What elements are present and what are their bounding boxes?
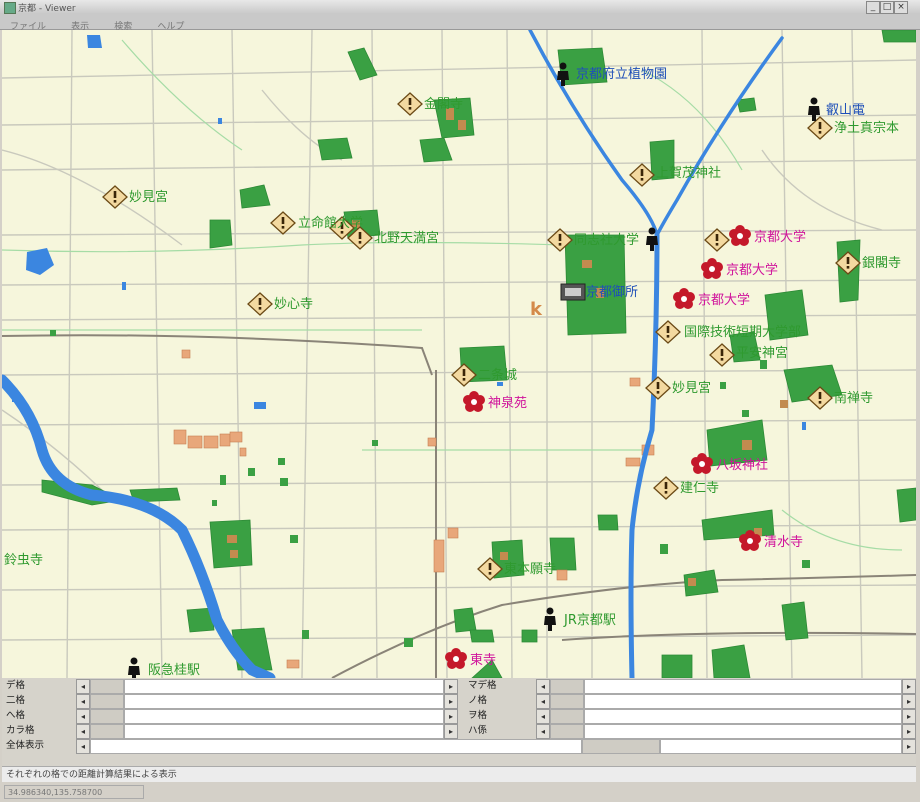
slider-left-arrow-icon[interactable]: ◂	[76, 709, 90, 724]
coordinate-readout: 34.986340,135.758700	[4, 785, 144, 799]
label-kamigamo: 上賀茂神社	[656, 165, 721, 181]
slider-right-arrow-icon[interactable]: ▸	[902, 739, 916, 754]
label-nijo: 二条城	[478, 367, 517, 383]
slider-track[interactable]	[90, 739, 582, 754]
label-myoshinji: 妙心寺	[274, 297, 313, 312]
label-kitano: 北野天満宮	[374, 230, 439, 246]
label-myokenguu2: 妙見宮	[672, 380, 711, 396]
svg-text:k: k	[530, 299, 543, 320]
menu-bar: ファイル 表示 検索 ヘルプ	[0, 14, 920, 32]
label-heian: 平安神宮	[736, 345, 788, 361]
label-nanzenji: 南禅寺	[834, 390, 873, 406]
title-bar: 京都 - Viewer _ □ ×	[0, 0, 920, 15]
slider-right-arrow-icon[interactable]: ▸	[444, 694, 458, 709]
slider-label-ni: 二格	[6, 695, 26, 706]
map-canvas[interactable]: k 金閣寺 妙見宮 立命館大学 北野天満宮 上賀茂神社 同志社大学 妙心寺 平安…	[2, 30, 916, 678]
slider-label-no: ノ格	[468, 695, 488, 706]
slider-left-arrow-icon[interactable]: ◂	[536, 694, 550, 709]
slider-left-arrow-icon[interactable]: ◂	[76, 694, 90, 709]
slider-left-arrow-icon[interactable]: ◂	[536, 679, 550, 694]
slider-row-kara: カラ格 ◂ ▸	[2, 723, 458, 739]
app-icon	[4, 2, 16, 14]
slider-label-wa: ハ係	[468, 725, 488, 736]
slider-right-arrow-icon[interactable]: ▸	[902, 694, 916, 709]
label-kyotostation: JR京都駅	[563, 613, 616, 628]
slider-row-wa: ハ係 ◂ ▸	[464, 723, 916, 739]
slider-track[interactable]	[584, 694, 902, 709]
slider-label-kara: カラ格	[6, 725, 35, 736]
slider-right-arrow-icon[interactable]: ▸	[444, 679, 458, 694]
slider-right-arrow-icon[interactable]: ▸	[444, 709, 458, 724]
slider-thumb[interactable]	[550, 679, 584, 694]
slider-thumb[interactable]	[90, 679, 124, 694]
slider-thumb[interactable]	[90, 724, 124, 739]
slider-thumb[interactable]	[550, 694, 584, 709]
label-doshisha: 同志社大学	[574, 232, 639, 248]
slider-left-arrow-icon[interactable]: ◂	[76, 724, 90, 739]
status-bar: 34.986340,135.758700	[2, 784, 916, 800]
slider-row-de: デ格 ◂ ▸	[2, 678, 458, 694]
slider-track[interactable]	[584, 679, 902, 694]
slider-row-zentai: 全体表示 ◂ ▸	[2, 738, 916, 754]
slider-track[interactable]	[124, 679, 444, 694]
slider-track[interactable]	[584, 709, 902, 724]
label-shinsenen: 神泉苑	[488, 395, 527, 411]
slider-row-no: ノ格 ◂ ▸	[464, 693, 916, 709]
slider-label-de: デ格	[6, 680, 26, 691]
label-gosho: 京都御所	[586, 285, 638, 300]
slider-label-zentai: 全体表示	[6, 740, 45, 751]
label-kiyomizu: 清水寺	[764, 535, 803, 550]
slider-row-ni: 二格 ◂ ▸	[2, 693, 458, 709]
slider-label-he: へ格	[6, 710, 26, 721]
label-higashihonganji: 東本願寺	[504, 561, 556, 577]
slider-thumb[interactable]	[550, 709, 584, 724]
label-jodoshin: 浄土真宗本	[834, 120, 899, 136]
slider-thumb[interactable]	[90, 694, 124, 709]
slider-row-wo: ヲ格 ◂ ▸	[464, 708, 916, 724]
slider-track[interactable]	[124, 709, 444, 724]
slider-left-arrow-icon[interactable]: ◂	[76, 739, 90, 754]
slider-left-arrow-icon[interactable]: ◂	[536, 709, 550, 724]
maximize-icon[interactable]: □	[880, 1, 894, 14]
status-message: それぞれの格での距離計算結果による表示	[2, 766, 916, 782]
label-hankyu: 阪急桂駅	[148, 663, 200, 678]
slider-right-arrow-icon[interactable]: ▸	[902, 679, 916, 694]
slider-right-arrow-icon[interactable]: ▸	[902, 709, 916, 724]
label-kokusai: 国際技術短期大学部	[684, 324, 801, 340]
slider-thumb[interactable]	[90, 709, 124, 724]
slider-right-arrow-icon[interactable]: ▸	[902, 724, 916, 739]
weight-slider-panel: デ格 ◂ ▸ 二格 ◂ ▸ へ格 ◂ ▸ カラ格 ◂ ▸ 全体表示 ◂ ▸ マデ…	[2, 678, 916, 766]
slider-thumb[interactable]	[582, 739, 660, 754]
slider-label-wo: ヲ格	[468, 710, 488, 721]
label-eizan: 叡山電	[826, 103, 865, 118]
slider-track[interactable]	[124, 724, 444, 739]
label-kyodai2: 京都大学	[726, 262, 778, 278]
minimize-icon[interactable]: _	[866, 1, 880, 14]
slider-right-arrow-icon[interactable]: ▸	[444, 724, 458, 739]
label-botanical: 京都府立植物園	[576, 67, 667, 82]
label-suzumushi: 鈴虫寺	[4, 553, 43, 568]
slider-thumb[interactable]	[550, 724, 584, 739]
label-kinkakuji: 金閣寺	[424, 96, 463, 112]
label-ritsumeikan: 立命館大学	[298, 215, 363, 231]
label-toji: 東寺	[470, 652, 496, 668]
label-myokenguu1: 妙見宮	[129, 189, 168, 205]
slider-left-arrow-icon[interactable]: ◂	[536, 724, 550, 739]
label-kyodai3: 京都大学	[698, 292, 750, 308]
slider-label-made: マデ格	[468, 680, 497, 691]
slider-left-arrow-icon[interactable]: ◂	[76, 679, 90, 694]
close-icon[interactable]: ×	[894, 1, 908, 14]
slider-row-made: マデ格 ◂ ▸	[464, 678, 916, 694]
label-yasaka: 八坂神社	[716, 457, 768, 473]
slider-track[interactable]	[584, 724, 902, 739]
slider-row-he: へ格 ◂ ▸	[2, 708, 458, 724]
window-title: 京都 - Viewer	[18, 4, 76, 14]
slider-track[interactable]	[124, 694, 444, 709]
label-kenninji: 建仁寺	[680, 481, 719, 496]
slider-track[interactable]	[660, 739, 902, 754]
label-ginkakuji: 銀閣寺	[862, 256, 901, 271]
label-kyodai1: 京都大学	[754, 229, 806, 245]
